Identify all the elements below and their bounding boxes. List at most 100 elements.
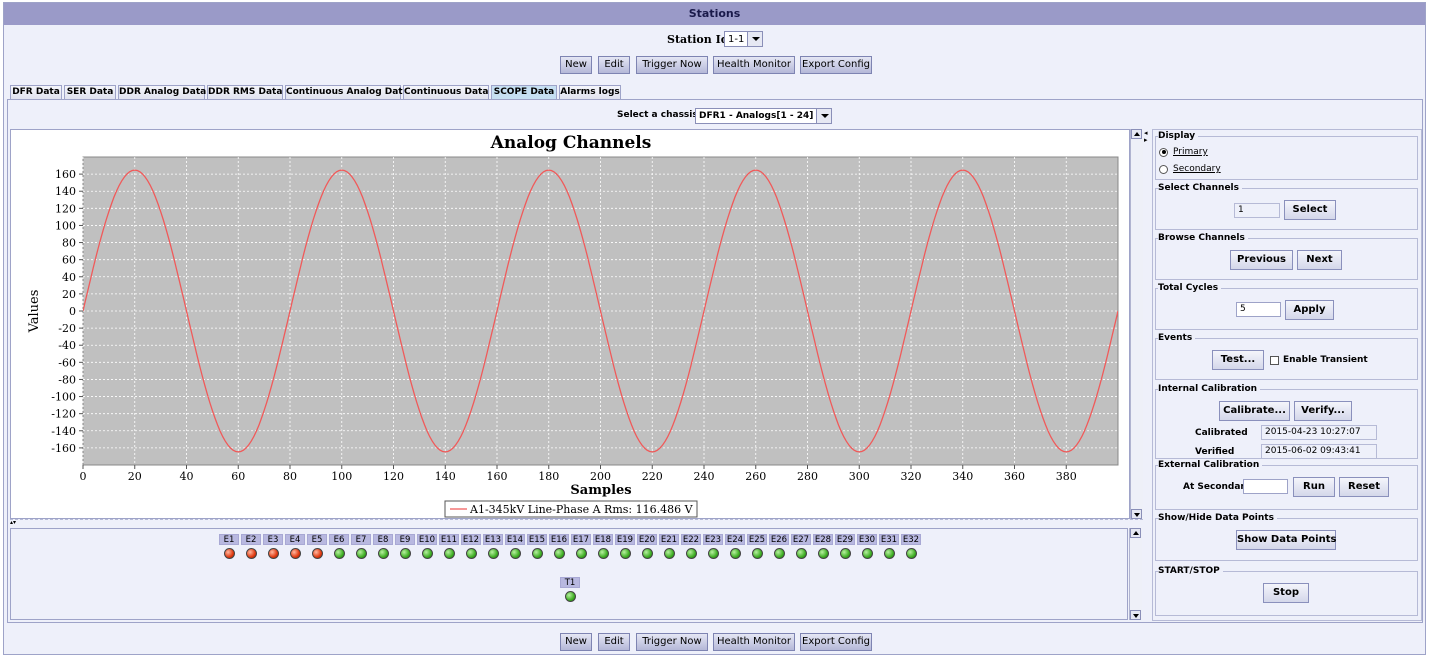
edit-button-top[interactable]: Edit <box>598 56 630 74</box>
reset-button[interactable]: Reset <box>1339 477 1389 497</box>
x-tick-label: 320 <box>901 470 922 483</box>
event-led-icon <box>267 548 279 559</box>
event-indicator-e26: E26 <box>769 534 789 559</box>
event-label: E5 <box>307 534 327 545</box>
event-led-icon <box>465 548 477 559</box>
event-led-icon <box>399 548 411 559</box>
y-tick-label: -20 <box>58 322 76 335</box>
export-config-button-top[interactable]: Export Config <box>800 56 872 74</box>
tab-continuous-data[interactable]: Continuous Data <box>403 85 489 100</box>
event-label: E32 <box>901 534 921 545</box>
event-label: E19 <box>615 534 635 545</box>
tab-scope-data[interactable]: SCOPE Data <box>491 85 557 100</box>
event-led-icon <box>377 548 389 559</box>
y-tick-label: 100 <box>55 219 76 232</box>
total-cycles-input[interactable]: 5 <box>1236 302 1281 317</box>
chassis-value: DFR1 - Analogs[1 - 24] <box>699 111 814 121</box>
chassis-select[interactable]: DFR1 - Analogs[1 - 24] <box>695 108 833 124</box>
verify-button[interactable]: Verify... <box>1294 401 1352 421</box>
export-config-button-bottom[interactable]: Export Config <box>800 633 872 651</box>
event-label: E27 <box>791 534 811 545</box>
event-indicator-e29: E29 <box>835 534 855 559</box>
stop-button[interactable]: Stop <box>1263 583 1309 603</box>
chevron-down-icon[interactable] <box>747 32 763 46</box>
tab-ddr-analog-data[interactable]: DDR Analog Data <box>118 85 206 100</box>
event-indicator-e8: E8 <box>373 534 393 559</box>
show-data-points-button[interactable]: Show Data Points <box>1236 530 1336 550</box>
new-button-top[interactable]: New <box>560 56 592 74</box>
event-indicator-e10: E10 <box>417 534 437 559</box>
event-led-icon <box>641 548 653 559</box>
new-button-bottom[interactable]: New <box>560 633 592 651</box>
health-monitor-button-bottom[interactable]: Health Monitor <box>713 633 795 651</box>
event-label: E15 <box>527 534 547 545</box>
event-label: E9 <box>395 534 415 545</box>
event-indicator-e19: E19 <box>615 534 635 559</box>
tab-dfr-data[interactable]: DFR Data <box>10 85 62 100</box>
display-title: Display <box>1158 131 1199 141</box>
tab-alarms-logs[interactable]: Alarms logs <box>559 85 621 100</box>
events-scrollbar[interactable] <box>1129 528 1142 620</box>
scroll-down-icon[interactable] <box>1130 610 1141 620</box>
enable-transient-checkbox[interactable]: Enable Transient <box>1270 355 1368 365</box>
station-id-value: 1-1 <box>728 33 745 45</box>
tab-ser-data[interactable]: SER Data <box>64 85 116 100</box>
next-button[interactable]: Next <box>1297 250 1342 270</box>
scroll-up-icon[interactable] <box>1130 528 1141 538</box>
event-label: E12 <box>461 534 481 545</box>
event-label: E29 <box>835 534 855 545</box>
event-indicator-e27: E27 <box>791 534 811 559</box>
at-secondary-input[interactable] <box>1243 479 1288 494</box>
external-calibration-title: External Calibration <box>1158 460 1263 470</box>
splitter-handle[interactable]: ▴▾ <box>10 519 1143 526</box>
edit-button-bottom[interactable]: Edit <box>598 633 630 651</box>
event-label: E25 <box>747 534 767 545</box>
chart-title: Analog Channels <box>490 133 652 153</box>
chevron-down-icon[interactable] <box>816 109 832 123</box>
event-label: E21 <box>659 534 679 545</box>
apply-button[interactable]: Apply <box>1285 300 1334 320</box>
event-indicator-e30: E30 <box>857 534 877 559</box>
test-button[interactable]: Test... <box>1212 350 1264 370</box>
x-tick-label: 20 <box>128 470 142 483</box>
trigger-indicator: T1 <box>560 577 580 602</box>
event-label: E28 <box>813 534 833 545</box>
secondary-radio[interactable]: Secondary <box>1159 164 1221 174</box>
event-led-icon <box>553 548 565 559</box>
channel-number-field[interactable]: 1 <box>1234 203 1280 218</box>
event-led-icon <box>421 548 433 559</box>
primary-radio[interactable]: Primary <box>1159 147 1208 157</box>
run-button[interactable]: Run <box>1293 477 1335 497</box>
event-indicator-e16: E16 <box>549 534 569 559</box>
event-label: E23 <box>703 534 723 545</box>
station-id-select[interactable]: 1-1 <box>724 31 764 47</box>
scroll-up-icon[interactable] <box>1131 129 1142 139</box>
collapse-arrows-icon[interactable]: ◂ ▸ <box>1144 130 1148 144</box>
total-cycles-title: Total Cycles <box>1158 283 1222 293</box>
chart-scrollbar[interactable] <box>1130 129 1143 519</box>
verified-label: Verified <box>1195 447 1235 457</box>
event-indicator-e23: E23 <box>703 534 723 559</box>
event-indicator-e4: E4 <box>285 534 305 559</box>
select-button[interactable]: Select <box>1284 200 1336 220</box>
tab-ddr-rms-data[interactable]: DDR RMS Data <box>207 85 283 100</box>
trigger-led-icon <box>564 591 576 602</box>
scroll-down-icon[interactable] <box>1131 509 1142 519</box>
event-led-icon <box>751 548 763 559</box>
x-tick-label: 280 <box>797 470 818 483</box>
trigger-now-button-top[interactable]: Trigger Now <box>636 56 708 74</box>
event-indicator-e22: E22 <box>681 534 701 559</box>
event-indicator-e32: E32 <box>901 534 921 559</box>
event-led-icon <box>531 548 543 559</box>
event-label: E3 <box>263 534 283 545</box>
event-indicator-e3: E3 <box>263 534 283 559</box>
x-tick-label: 120 <box>383 470 404 483</box>
event-label: E10 <box>417 534 437 545</box>
calibrate-button[interactable]: Calibrate... <box>1219 401 1290 421</box>
previous-button[interactable]: Previous <box>1230 250 1293 270</box>
tab-continuous-analog-data[interactable]: Continuous Analog Data <box>285 85 409 100</box>
trigger-now-button-bottom[interactable]: Trigger Now <box>636 633 708 651</box>
event-indicator-e21: E21 <box>659 534 679 559</box>
health-monitor-button-top[interactable]: Health Monitor <box>713 56 795 74</box>
event-led-icon <box>883 548 895 559</box>
